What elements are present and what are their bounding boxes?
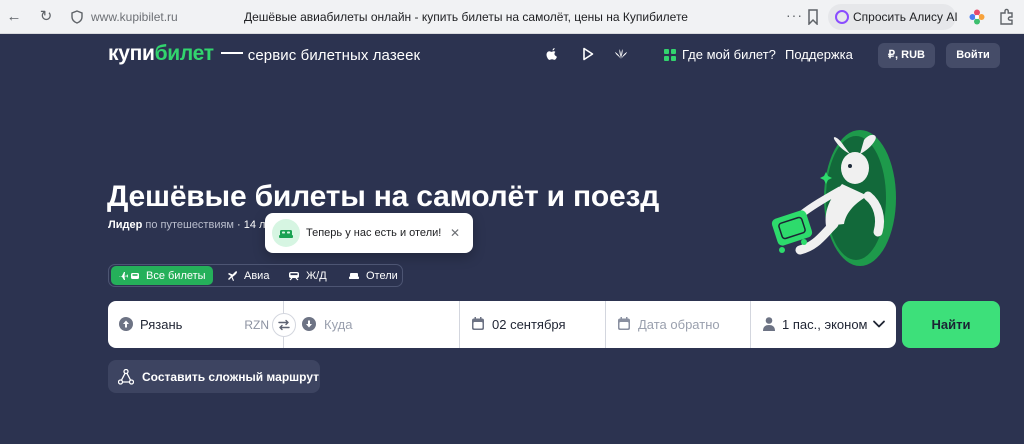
origin-value: Рязань <box>140 317 183 332</box>
browser-page-title: Дешёвые авиабилеты онлайн - купить билет… <box>244 10 688 24</box>
bookmark-icon[interactable] <box>806 9 820 25</box>
passengers-value: 1 пас., эконом <box>782 317 868 332</box>
logo-dash <box>220 52 243 54</box>
rabbit-traveler-illustration <box>771 130 896 266</box>
person-icon <box>763 317 775 331</box>
calendar-icon <box>618 317 630 330</box>
extensions-puzzle-icon[interactable] <box>999 8 1015 25</box>
logo-slogan: сервис билетных лазеек <box>247 47 421 64</box>
swap-icon[interactable] <box>272 313 296 337</box>
tooltip-text: Теперь у нас есть и отели! <box>306 227 442 239</box>
route-icon <box>118 368 134 385</box>
search-button[interactable]: Найти <box>902 301 1000 348</box>
back-icon[interactable]: ← <box>4 7 24 27</box>
tickets-grid-icon <box>664 48 676 61</box>
tab-all-tickets[interactable]: Все билеты <box>111 266 213 285</box>
return-date-placeholder: Дата обратно <box>638 317 720 332</box>
where-ticket-label: Где мой билет? <box>682 47 776 62</box>
complex-route-label: Составить сложный маршрут <box>142 369 320 384</box>
kupibilet-logo[interactable]: купи билет сервис билетных лазеек <box>108 42 420 70</box>
tab-hotels[interactable]: Отели <box>341 266 405 285</box>
logo-bilet: билет <box>154 42 214 65</box>
hero-subtitle: Лидер по путешествиям · 14 ле <box>108 219 272 231</box>
departure-date-field[interactable]: 02 сентября <box>460 301 606 348</box>
origin-iata-code: RZN <box>244 318 269 332</box>
where-is-my-ticket-link[interactable]: Где мой билет? <box>664 47 776 62</box>
hero-title: Дешёвые билеты на самолёт и поезд <box>107 180 660 213</box>
arrow-down-icon <box>302 317 316 331</box>
tab-avia[interactable]: Авиа <box>220 266 276 285</box>
return-date-field[interactable]: Дата обратно <box>606 301 751 348</box>
hero-leader: Лидер <box>108 219 143 231</box>
shield-icon[interactable] <box>70 10 84 24</box>
tab-rail-label: Ж/Д <box>306 269 327 282</box>
currency-button[interactable]: ₽, RUB <box>878 43 935 68</box>
huawei-appgallery-icon[interactable] <box>614 47 628 61</box>
plane-train-icon <box>119 271 139 280</box>
calendar-icon <box>472 317 484 330</box>
plane-icon <box>228 271 237 281</box>
tab-avia-label: Авиа <box>244 269 270 282</box>
support-link[interactable]: Поддержка <box>785 47 853 62</box>
address-bar-url[interactable]: www.kupibilet.ru <box>91 10 178 24</box>
search-form: Рязань RZN Куда 02 сентября Дата обратно <box>108 301 896 348</box>
train-icon <box>289 271 299 280</box>
tab-hotels-label: Отели <box>366 269 398 282</box>
extension-flower-icon[interactable] <box>968 8 986 26</box>
close-icon[interactable]: ✕ <box>447 225 463 241</box>
alice-icon <box>835 10 849 24</box>
origin-field[interactable]: Рязань RZN <box>108 301 284 348</box>
ask-alice-button[interactable]: Спросить Алису AI <box>828 4 958 30</box>
transport-mode-tabs: Все билеты Авиа Ж/Д Отели <box>108 264 403 287</box>
complex-route-button[interactable]: Составить сложный маршрут <box>108 360 320 393</box>
browser-toolbar: ← ↻ www.kupibilet.ru Дешёвые авиабилеты … <box>0 0 1024 34</box>
alice-label: Спросить Алису AI <box>853 10 958 24</box>
passengers-field[interactable]: 1 пас., эконом <box>751 301 896 348</box>
reload-icon[interactable]: ↻ <box>36 7 56 27</box>
bed-icon <box>349 272 359 279</box>
chevron-down-icon <box>873 320 885 328</box>
hero-subtitle-rest: по путешествиям <box>145 219 234 231</box>
hotels-tooltip: Теперь у нас есть и отели! ✕ <box>265 213 473 253</box>
login-button[interactable]: Войти <box>946 43 1000 68</box>
tab-rail[interactable]: Ж/Д <box>281 266 334 285</box>
apple-icon[interactable] <box>545 47 559 61</box>
google-play-icon[interactable] <box>581 47 595 61</box>
destination-placeholder: Куда <box>324 317 353 332</box>
more-icon[interactable]: ··· <box>786 7 803 23</box>
tab-all-label: Все билеты <box>146 269 206 282</box>
arrow-up-icon <box>119 317 133 331</box>
destination-field[interactable]: Куда <box>284 301 460 348</box>
logo-kupi: купи <box>108 42 155 65</box>
bed-icon <box>272 219 300 247</box>
departure-date-value: 02 сентября <box>492 317 566 332</box>
